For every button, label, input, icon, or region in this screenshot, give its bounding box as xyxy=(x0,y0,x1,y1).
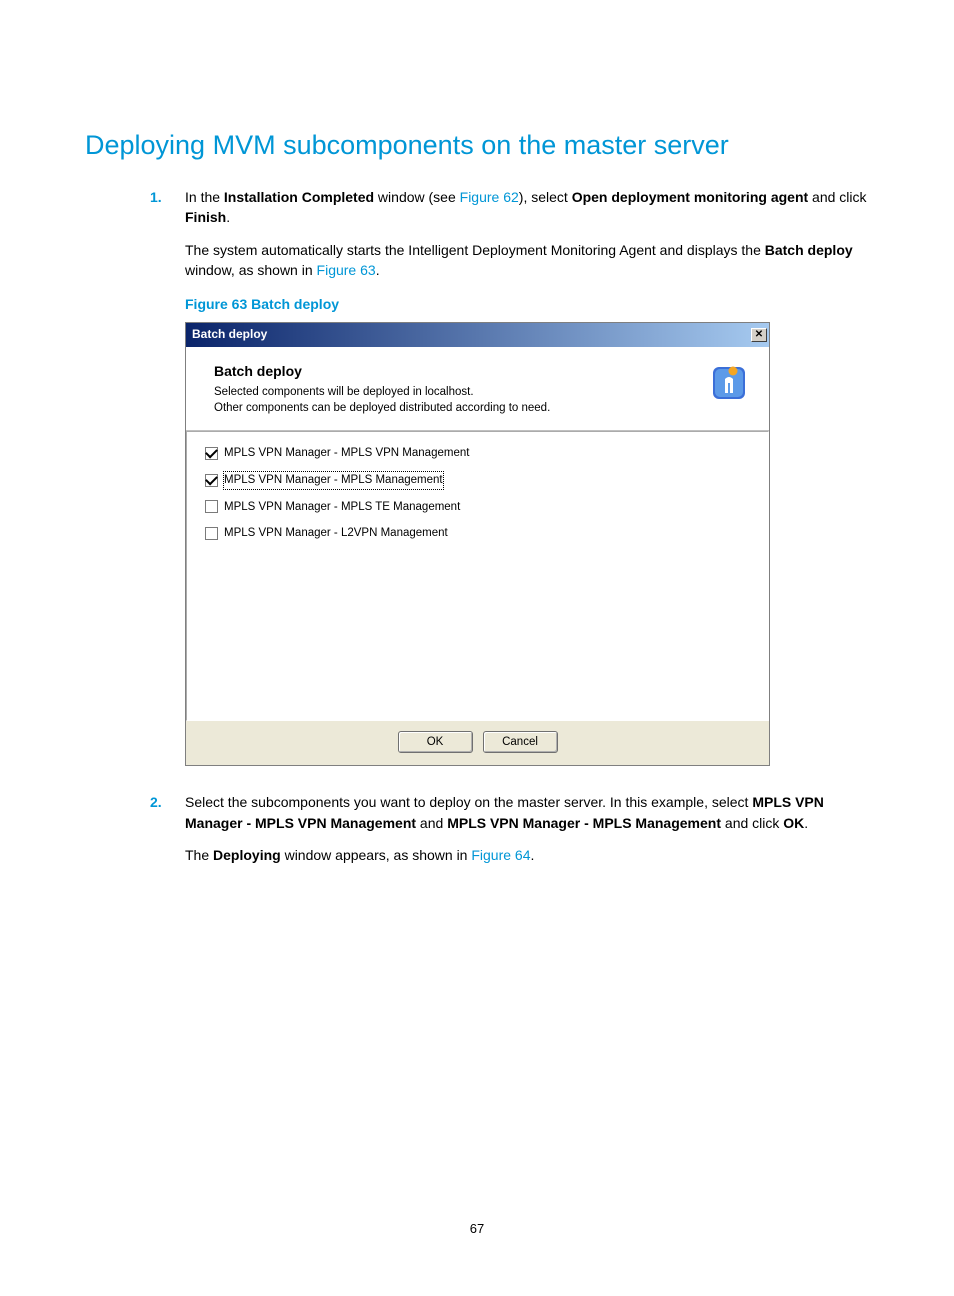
checkbox[interactable] xyxy=(205,447,218,460)
step-2: 2. Select the subcomponents you want to … xyxy=(185,792,869,865)
close-button[interactable]: ✕ xyxy=(751,328,767,342)
component-checkbox-row[interactable]: MPLS VPN Manager - MPLS TE Management xyxy=(205,494,750,521)
component-checkbox-row[interactable]: MPLS VPN Manager - L2VPN Management xyxy=(205,520,750,547)
ok-button[interactable]: OK xyxy=(398,731,473,753)
dialog-title: Batch deploy xyxy=(192,326,267,343)
section-heading: Deploying MVM subcomponents on the maste… xyxy=(85,130,869,161)
step-2-para-2: The Deploying window appears, as shown i… xyxy=(185,845,869,865)
step-1-para-1: In the Installation Completed window (se… xyxy=(185,187,869,228)
checkbox-label: MPLS VPN Manager - L2VPN Management xyxy=(224,525,448,542)
dialog-body: MPLS VPN Manager - MPLS VPN Management MP… xyxy=(186,431,769,721)
checkbox-label: MPLS VPN Manager - MPLS TE Management xyxy=(224,499,460,516)
checkbox[interactable] xyxy=(205,474,218,487)
page-number: 67 xyxy=(0,1221,954,1236)
figure-62-link[interactable]: Figure 62 xyxy=(460,189,519,205)
checkbox[interactable] xyxy=(205,527,218,540)
dialog-header-title: Batch deploy xyxy=(214,361,550,381)
checkbox[interactable] xyxy=(205,500,218,513)
component-checkbox-row[interactable]: MPLS VPN Manager - MPLS VPN Management xyxy=(205,440,750,467)
dialog-footer: OK Cancel xyxy=(186,721,769,765)
batch-deploy-dialog: Batch deploy ✕ Batch deploy Selected com… xyxy=(185,322,770,766)
dialog-header: Batch deploy Selected components will be… xyxy=(186,347,769,431)
checkbox-label: MPLS VPN Manager - MPLS Management xyxy=(224,472,443,489)
dialog-header-line-2: Other components can be deployed distrib… xyxy=(214,401,550,417)
dialog-titlebar: Batch deploy ✕ xyxy=(186,323,769,346)
dialog-header-line-1: Selected components will be deployed in … xyxy=(214,385,550,401)
step-number: 2. xyxy=(150,792,162,812)
step-1-para-2: The system automatically starts the Inte… xyxy=(185,240,869,281)
close-icon: ✕ xyxy=(755,330,763,340)
figure-64-link[interactable]: Figure 64 xyxy=(471,847,530,863)
checkbox-label: MPLS VPN Manager - MPLS VPN Management xyxy=(224,445,469,462)
figure-caption: Figure 63 Batch deploy xyxy=(185,294,869,314)
info-icon xyxy=(707,361,751,405)
figure-63-link[interactable]: Figure 63 xyxy=(317,262,376,278)
step-number: 1. xyxy=(150,187,162,207)
cancel-button[interactable]: Cancel xyxy=(483,731,558,753)
step-1: 1. In the Installation Completed window … xyxy=(185,187,869,766)
step-2-para-1: Select the subcomponents you want to dep… xyxy=(185,792,869,833)
component-checkbox-row[interactable]: MPLS VPN Manager - MPLS Management xyxy=(205,467,750,494)
